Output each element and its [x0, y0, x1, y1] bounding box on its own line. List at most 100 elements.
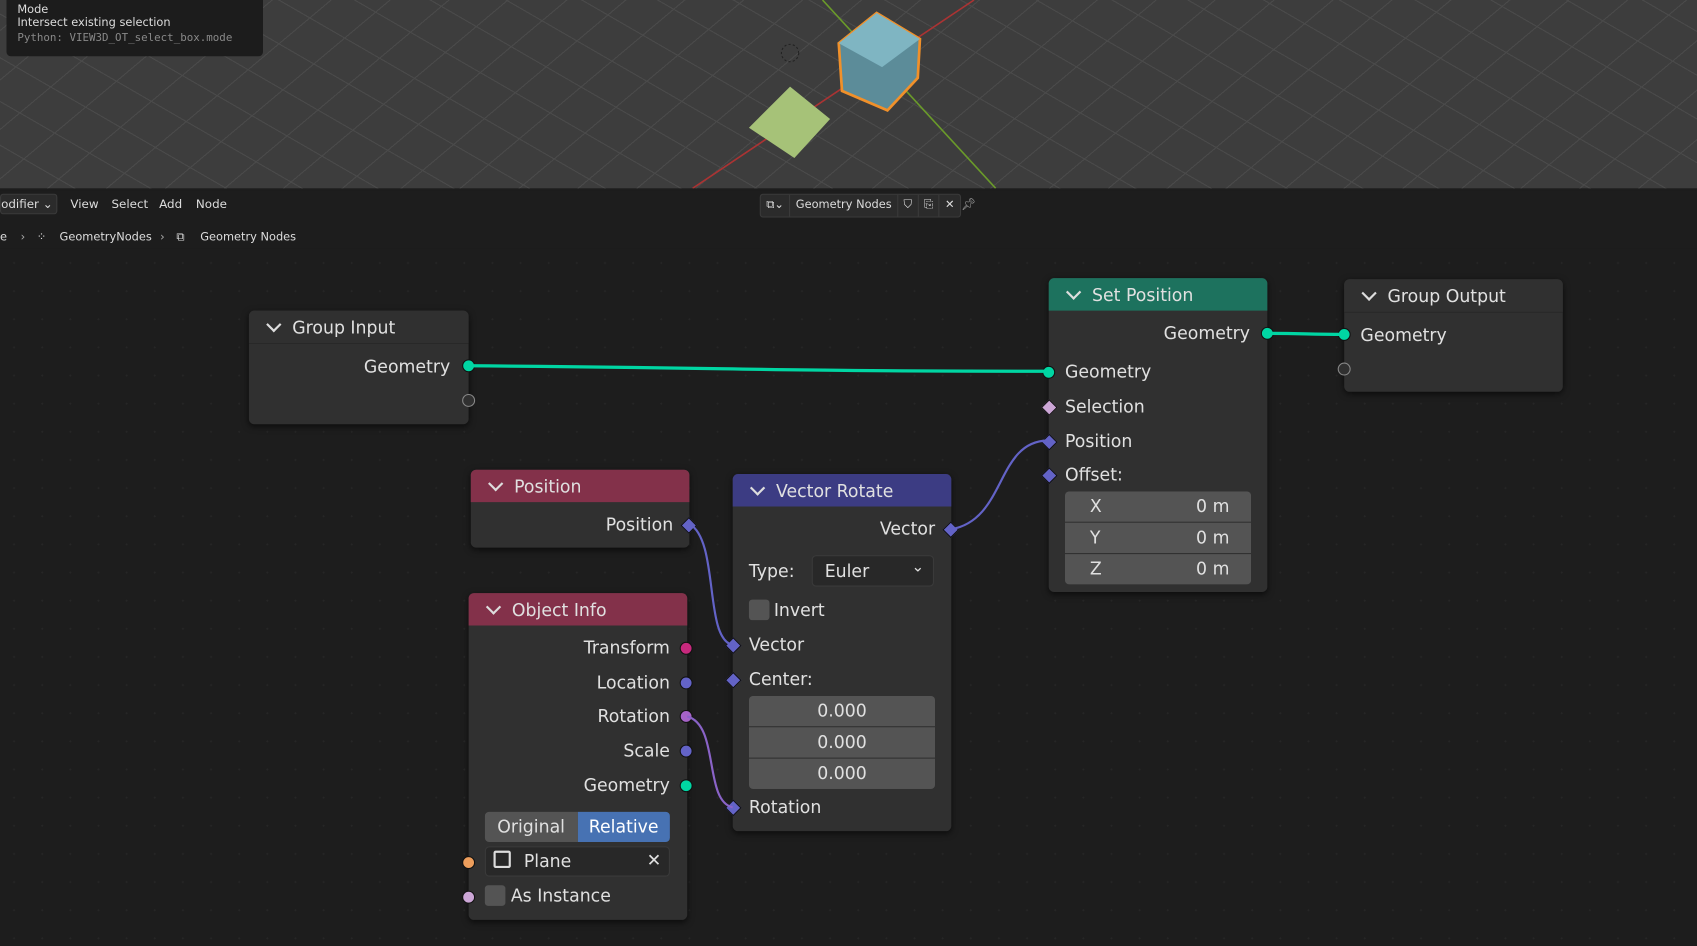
node-title: Set Position — [1092, 284, 1194, 305]
breadcrumb-0[interactable]: e — [0, 231, 7, 244]
offset-vector-field: X 0 m Y 0 m Z 0 m — [1064, 491, 1252, 585]
output-rotation-label: Rotation — [597, 705, 670, 727]
breadcrumb-1[interactable]: GeometryNodes — [60, 231, 152, 244]
fake-user-shield-icon[interactable]: ⛉ — [898, 194, 919, 217]
input-vector-label: Vector — [748, 634, 805, 655]
node-position[interactable]: Position Position — [470, 469, 698, 548]
socket-geometry[interactable] — [679, 779, 693, 793]
socket-geometry[interactable] — [462, 359, 476, 373]
chevron-down-icon: ⌄ — [42, 196, 53, 212]
node-group-input[interactable]: Group Input Geometry — [248, 310, 476, 425]
axis-label: Z — [1089, 558, 1102, 580]
menu-add[interactable]: Add — [159, 197, 182, 211]
node-tree-icon[interactable]: ⧉⌄ — [761, 194, 791, 217]
object-field[interactable]: Plane ✕ — [484, 846, 670, 877]
axis-value: 0 m — [1196, 495, 1230, 517]
socket-object[interactable] — [462, 856, 476, 870]
mode-original-button[interactable]: Original — [484, 811, 578, 843]
collapse-chevron-icon[interactable] — [266, 316, 282, 332]
invert-checkbox[interactable] — [748, 599, 770, 621]
node-title: Object Info — [511, 599, 607, 620]
mode-relative-button[interactable]: Relative — [577, 811, 670, 843]
type-label: Type: — [748, 560, 795, 582]
invert-label: Invert — [773, 599, 825, 621]
breadcrumb-2[interactable]: Geometry Nodes — [200, 231, 296, 244]
offset-z-field[interactable]: Z 0 m — [1064, 554, 1252, 585]
socket-as-instance[interactable] — [462, 890, 476, 904]
node-header[interactable]: Set Position — [1048, 278, 1268, 311]
node-header[interactable]: Group Output — [1344, 279, 1563, 313]
collapse-chevron-icon[interactable] — [488, 475, 504, 491]
input-rotation-label: Rotation — [748, 796, 822, 818]
editor-type-dropdown[interactable]: odifier ⌄ — [0, 193, 58, 215]
duplicate-icon[interactable]: ⎘ — [919, 194, 940, 217]
node-vector-rotate[interactable]: Vector Rotate Vector Type: Euler ⌄ Invert… — [724, 474, 960, 832]
chevron-right-icon: › — [160, 230, 165, 244]
socket-transform[interactable] — [679, 641, 693, 655]
input-offset-label: Offset: — [1064, 464, 1123, 485]
node-editor-header: odifier ⌄ View Select Add Node ⧉⌄ Geomet… — [0, 190, 1697, 219]
as-instance-label: As Instance — [510, 885, 611, 906]
offset-x-field[interactable]: X 0 m — [1064, 491, 1252, 522]
center-z-field[interactable]: 0.000 — [748, 758, 936, 789]
output-geometry-label: Geometry — [583, 774, 670, 796]
socket-rotation[interactable] — [679, 709, 693, 723]
socket-geometry[interactable] — [1337, 327, 1351, 341]
input-position-label: Position — [1064, 430, 1133, 452]
transform-space-toggle: Original Relative — [484, 811, 670, 843]
tooltip-python: Python: VIEW3D_OT_select_box.mode — [17, 32, 233, 45]
tooltip-desc: Intersect existing selection — [17, 16, 171, 30]
output-geometry-label: Geometry — [363, 356, 451, 377]
object-icon — [493, 850, 511, 868]
node-group-selector: ⧉⌄ Geometry Nodes ⛉ ⎘ ✕ — [759, 193, 962, 218]
node-set-position[interactable]: Set Position Geometry Geometry Selection… — [1040, 278, 1274, 593]
menu-view[interactable]: View — [70, 197, 98, 211]
offset-y-field[interactable]: Y 0 m — [1064, 522, 1252, 554]
center-x-field[interactable]: 0.000 — [748, 695, 936, 727]
plane-object — [748, 86, 831, 159]
collapse-chevron-icon[interactable] — [485, 598, 502, 615]
axis-label: X — [1089, 495, 1102, 517]
collapse-chevron-icon[interactable] — [1361, 285, 1377, 301]
axis-value: 0 m — [1196, 527, 1230, 548]
socket-scale[interactable] — [679, 744, 693, 758]
3d-viewport[interactable]: Mode Intersect existing selection Python… — [0, 0, 1697, 189]
node-title: Position — [514, 475, 582, 497]
node-group-output[interactable]: Group Output Geometry — [1337, 279, 1563, 392]
node-header[interactable]: Vector Rotate — [732, 474, 952, 507]
output-transform-label: Transform — [583, 637, 670, 659]
socket-empty[interactable] — [1337, 362, 1351, 376]
chevron-right-icon: › — [20, 230, 26, 244]
pin-icon[interactable]: 📌︎ — [961, 197, 976, 211]
collapse-chevron-icon[interactable] — [1065, 284, 1082, 300]
type-dropdown[interactable]: Euler ⌄ — [811, 555, 934, 587]
output-location-label: Location — [596, 672, 670, 693]
as-instance-checkbox[interactable] — [484, 885, 506, 906]
node-group-name[interactable]: Geometry Nodes — [790, 194, 899, 217]
socket-location[interactable] — [679, 676, 693, 690]
node-title: Group Input — [292, 316, 396, 338]
clear-x-icon[interactable]: ✕ — [647, 850, 662, 871]
collapse-chevron-icon[interactable] — [749, 479, 766, 496]
type-value: Euler — [824, 560, 870, 582]
input-geometry-label: Geometry — [1360, 324, 1447, 346]
menu-select[interactable]: Select — [111, 197, 148, 211]
socket-empty[interactable] — [462, 393, 476, 407]
close-icon[interactable]: ✕ — [940, 195, 960, 217]
output-scale-label: Scale — [623, 740, 670, 761]
node-object-info[interactable]: Object Info Transform Location Rotation … — [462, 593, 693, 920]
object-value: Plane — [523, 850, 572, 872]
editor-type-label: odifier — [1, 196, 39, 212]
tooltip-title: Mode — [17, 3, 49, 17]
center-y-field[interactable]: 0.000 — [748, 727, 936, 758]
socket-geometry-out[interactable] — [1260, 326, 1274, 340]
modifier-nodes-icon: ⁘ — [36, 230, 47, 244]
x-axis-line — [692, 0, 975, 189]
node-header[interactable]: Group Input — [248, 310, 469, 345]
socket-geometry-in[interactable] — [1042, 365, 1056, 379]
node-header[interactable]: Position — [470, 469, 690, 503]
output-geometry-label: Geometry — [1163, 322, 1251, 344]
menu-node[interactable]: Node — [196, 197, 227, 211]
node-header[interactable]: Object Info — [468, 593, 688, 626]
input-selection-label: Selection — [1064, 396, 1145, 417]
